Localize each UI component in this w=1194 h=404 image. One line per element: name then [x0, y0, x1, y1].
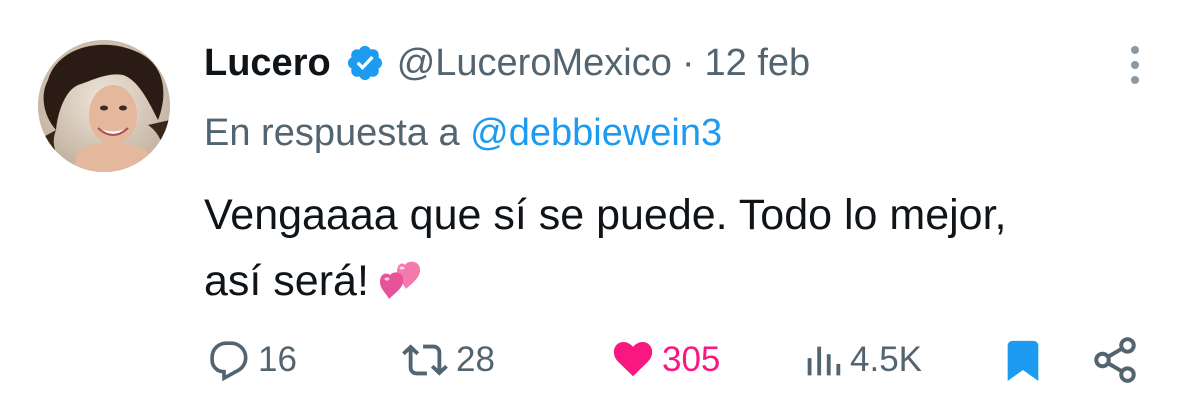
retweet-button[interactable]: 28 — [398, 332, 495, 388]
tweet-text-line-2: así será! — [204, 257, 369, 305]
tweet-card[interactable]: Lucero @LuceroMexico · 12 feb En respues… — [0, 0, 1194, 404]
author-name[interactable]: Lucero — [204, 42, 331, 85]
author-handle[interactable]: @LuceroMexico — [397, 42, 672, 85]
bookmark-button[interactable] — [1000, 332, 1046, 388]
like-button[interactable]: 305 — [608, 332, 720, 388]
bookmark-filled-icon — [1000, 337, 1046, 383]
tweet-text-line-2-wrap: así será! — [204, 248, 1144, 314]
tweet-text-line-1: Vengaaaa que sí se puede. Todo lo mejor, — [204, 191, 1007, 239]
tweet-date[interactable]: 12 feb — [705, 42, 811, 85]
more-vertical-icon[interactable] — [1120, 42, 1150, 88]
share-button[interactable] — [1090, 332, 1140, 388]
retweet-count: 28 — [456, 340, 495, 379]
action-bar: 16 28 305 4.5K — [0, 332, 1194, 388]
reply-count: 16 — [258, 340, 297, 379]
reply-icon — [204, 337, 254, 383]
tweet-text: Vengaaaa que sí se puede. Todo lo mejor,… — [204, 182, 1144, 314]
reply-context: En respuesta a @debbiewein3 — [204, 112, 722, 155]
heart-filled-icon — [608, 337, 658, 383]
views-icon — [800, 337, 846, 383]
reply-prefix: En respuesta a — [204, 112, 460, 154]
two-hearts-emoji — [379, 254, 423, 299]
reply-mention-link[interactable]: @debbiewein3 — [470, 112, 722, 154]
views-count: 4.5K — [850, 340, 922, 379]
like-count: 305 — [662, 340, 721, 379]
share-icon — [1090, 335, 1140, 385]
tweet-header: Lucero @LuceroMexico · 12 feb — [204, 38, 810, 88]
reply-button[interactable]: 16 — [204, 332, 297, 388]
retweet-icon — [398, 337, 452, 383]
views-button[interactable]: 4.5K — [800, 332, 922, 388]
avatar[interactable] — [38, 40, 170, 172]
verified-badge-icon[interactable] — [345, 43, 385, 83]
separator-dot: · — [681, 41, 695, 84]
